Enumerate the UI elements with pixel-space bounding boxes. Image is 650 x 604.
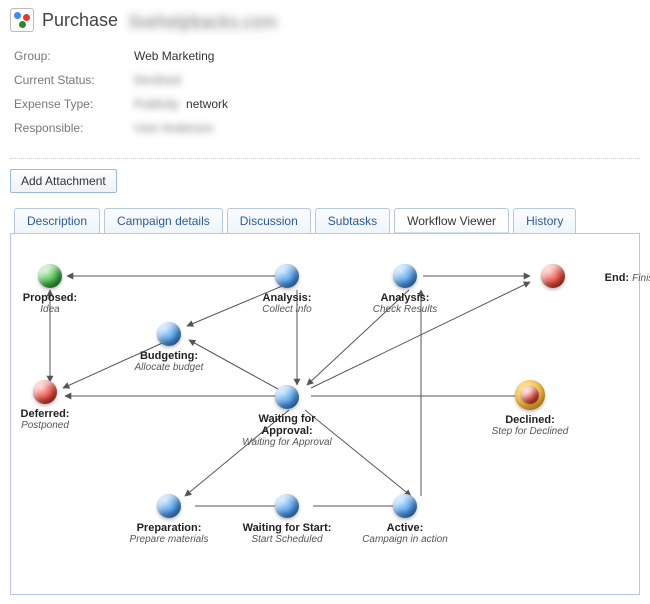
node-title-budgeting: Budgeting: <box>119 350 219 362</box>
divider <box>10 158 640 159</box>
node-title-analysis1: Analysis: <box>237 292 337 304</box>
tab-workflow[interactable]: Workflow Viewer <box>394 208 509 234</box>
node-ball-deferred[interactable] <box>33 380 57 404</box>
node-title-declined: Declined: <box>480 414 580 426</box>
node-sub-active: Campaign in action <box>355 534 455 545</box>
node-title-waitstart: Waiting for Start: <box>237 522 337 534</box>
tab-history[interactable]: History <box>513 208 576 234</box>
node-sub-preparation: Prepare materials <box>119 534 219 545</box>
node-title-proposed: Proposed: <box>0 292 100 304</box>
field-value-responsible: User Anderson <box>134 121 213 135</box>
node-sub-analysis2: Check Results <box>355 304 455 315</box>
node-title-preparation: Preparation: <box>119 522 219 534</box>
node-sub-end: Finished <box>632 273 650 284</box>
field-value-group: Web Marketing <box>134 49 214 63</box>
node-title-end: End: <box>605 272 629 284</box>
page-title: Purchase <box>42 10 118 31</box>
node-ball-analysis1[interactable] <box>275 264 299 288</box>
node-deferred: Deferred:Postponed <box>0 380 95 431</box>
node-ball-waitstart[interactable] <box>275 494 299 518</box>
tab-campaign[interactable]: Campaign details <box>104 208 223 234</box>
node-preparation: Preparation:Prepare materials <box>119 494 219 545</box>
field-label-status: Current Status: <box>14 73 134 87</box>
node-title-analysis2: Analysis: <box>355 292 455 304</box>
field-label-group: Group: <box>14 49 134 63</box>
node-sub-waitstart: Start Scheduled <box>237 534 337 545</box>
node-sub-deferred: Postponed <box>0 420 95 431</box>
node-analysis2: Analysis:Check Results <box>355 264 455 315</box>
field-label-expense: Expense Type: <box>14 97 134 111</box>
node-ball-preparation[interactable] <box>157 494 181 518</box>
node-declined: Declined:Step for Declined <box>480 380 580 437</box>
field-value-expense-blurred: Publicity <box>134 97 179 111</box>
node-analysis1: Analysis:Collect info <box>237 264 337 315</box>
node-active: Active:Campaign in action <box>355 494 455 545</box>
node-proposed: Proposed:Idea <box>0 264 100 315</box>
page-title-row: Purchase livehelpbacks.com <box>10 8 640 32</box>
node-title-active: Active: <box>355 522 455 534</box>
page-title-blurred: livehelpbacks.com <box>130 12 300 28</box>
tab-description[interactable]: Description <box>14 208 100 234</box>
node-ball-waitappr[interactable] <box>275 385 299 409</box>
workflow-viewer-panel: Proposed:IdeaAnalysis:Collect infoAnalys… <box>10 233 640 595</box>
node-ball-proposed[interactable] <box>38 264 62 288</box>
node-title-deferred: Deferred: <box>0 408 95 420</box>
field-value-expense-suffix: network <box>186 97 228 111</box>
node-waitappr: Waiting for Approval:Waiting for Approva… <box>237 385 337 448</box>
workflow-app-icon <box>10 8 34 32</box>
node-title-waitappr: Waiting for Approval: <box>237 413 337 437</box>
add-attachment-button[interactable]: Add Attachment <box>10 169 117 193</box>
node-sub-declined: Step for Declined <box>480 426 580 437</box>
field-label-responsible: Responsible: <box>14 121 134 135</box>
node-waitstart: Waiting for Start:Start Scheduled <box>237 494 337 545</box>
node-end: End: Finished <box>510 264 650 292</box>
node-sub-analysis1: Collect info <box>237 304 337 315</box>
workflow-edges <box>15 244 635 574</box>
detail-fields: Group: Web Marketing Current Status: Dec… <box>14 44 640 140</box>
tab-discussion[interactable]: Discussion <box>227 208 311 234</box>
tab-bar: DescriptionCampaign detailsDiscussionSub… <box>10 207 640 233</box>
node-sub-proposed: Idea <box>0 304 100 315</box>
node-budgeting: Budgeting:Allocate budget <box>119 322 219 373</box>
node-ball-active[interactable] <box>393 494 417 518</box>
node-ball-budgeting[interactable] <box>157 322 181 346</box>
node-ball-end[interactable] <box>541 264 565 288</box>
node-sub-waitappr: Waiting for Approval <box>237 437 337 448</box>
node-sub-budgeting: Allocate budget <box>119 362 219 373</box>
node-ball-analysis2[interactable] <box>393 264 417 288</box>
workflow-diagram: Proposed:IdeaAnalysis:Collect infoAnalys… <box>15 244 635 574</box>
field-value-status: Declined <box>134 73 181 87</box>
tab-subtasks[interactable]: Subtasks <box>315 208 390 234</box>
node-ball-declined[interactable] <box>515 380 545 410</box>
